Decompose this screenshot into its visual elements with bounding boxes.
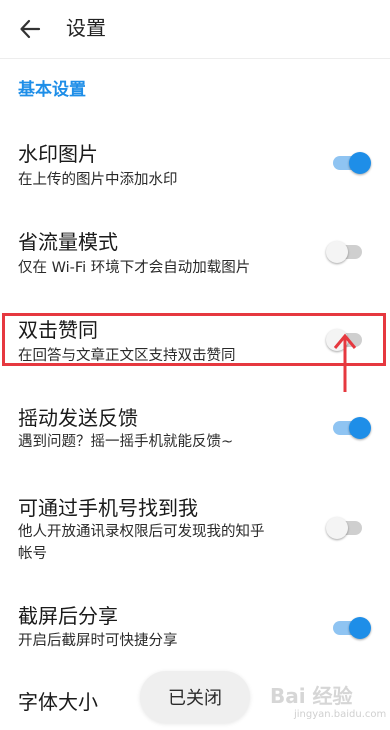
setting-data-saver[interactable]: 省流量模式 仅在 Wi-Fi 环境下才会自动加载图片	[0, 218, 390, 290]
setting-title: 水印图片	[18, 142, 98, 166]
annotation-arrow-up-icon	[333, 333, 357, 392]
setting-title: 可通过手机号找到我	[18, 496, 198, 520]
setting-description: 他人开放通讯录权限后可发现我的知乎帐号	[18, 524, 265, 562]
setting-title: 摇动发送反馈	[18, 406, 138, 430]
arrow-left-icon	[20, 19, 41, 39]
setting-title: 省流量模式	[18, 230, 118, 254]
watermark-toggle[interactable]	[333, 151, 371, 175]
setting-description: 遇到问题？摇一摇手机就能反馈~	[18, 434, 234, 450]
setting-description: 在上传的图片中添加水印	[18, 172, 178, 188]
toggle-thumb	[349, 617, 371, 639]
page-title: 设置	[66, 16, 106, 40]
section-header-basic: 基本设置	[18, 80, 86, 100]
setting-shake-feedback[interactable]: 摇动发送反馈 遇到问题？摇一摇手机就能反馈~	[0, 401, 390, 473]
setting-watermark-image[interactable]: 水印图片 在上传的图片中添加水印	[0, 130, 390, 202]
setting-description: 仅在 Wi-Fi 环境下才会自动加载图片	[18, 260, 251, 276]
find-by-phone-toggle[interactable]	[326, 516, 366, 540]
watermark-url: jingyan.baidu.com	[294, 709, 387, 720]
toast-message: 已关闭	[140, 671, 250, 723]
setting-screenshot-share[interactable]: 截屏后分享 开启后截屏时可快捷分享	[0, 602, 390, 662]
annotation-highlight-box	[2, 313, 386, 366]
baidu-jingyan-watermark: Bai 经验 jingyan.baidu.com	[268, 676, 388, 726]
setting-title: 字体大小	[18, 690, 98, 714]
header-divider	[0, 58, 390, 59]
data-saver-toggle[interactable]	[326, 240, 366, 264]
back-button[interactable]	[10, 10, 50, 48]
settings-screen: 设置 基本设置 水印图片 在上传的图片中添加水印 省流量模式 仅在 Wi-Fi …	[0, 0, 390, 730]
setting-description: 开启后截屏时可快捷分享	[18, 633, 178, 649]
setting-title: 截屏后分享	[18, 604, 118, 628]
toggle-thumb	[349, 417, 371, 439]
toggle-thumb	[349, 152, 371, 174]
setting-find-by-phone[interactable]: 可通过手机号找到我 他人开放通讯录权限后可发现我的知乎帐号	[0, 492, 390, 570]
toggle-thumb	[326, 241, 348, 263]
screenshot-share-toggle[interactable]	[333, 616, 371, 640]
top-app-bar: 设置	[0, 0, 390, 58]
watermark-logo: Bai 经验	[270, 684, 353, 708]
toggle-thumb	[326, 517, 348, 539]
shake-feedback-toggle[interactable]	[333, 416, 371, 440]
